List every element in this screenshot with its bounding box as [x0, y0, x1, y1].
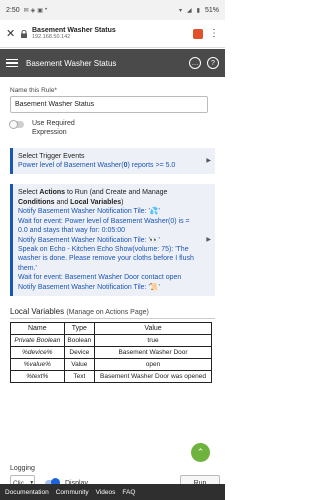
- footer-link-videos[interactable]: Videos: [96, 489, 116, 496]
- variable-name: %device%: [10, 346, 65, 360]
- variable-value: open: [94, 358, 212, 372]
- footer-link-community[interactable]: Community: [56, 489, 89, 496]
- required-expression-toggle[interactable]: [9, 119, 24, 129]
- url-box[interactable]: Basement Washer Status 192.168.50.142: [32, 27, 193, 41]
- page-title: Basement Washer Status: [26, 58, 117, 68]
- help-icon[interactable]: ?: [207, 57, 219, 69]
- main-content: Name this Rule* Use Required Expression …: [9, 87, 215, 384]
- variable-type: Boolean: [63, 334, 96, 348]
- variable-name: %value%: [10, 358, 65, 372]
- chevron-right-icon: ▶: [206, 157, 211, 164]
- app-header: Basement Washer Status … ?: [0, 49, 225, 77]
- footer-nav: Documentation Community Videos FAQ: [0, 484, 225, 500]
- browser-url: 192.168.50.142: [32, 34, 71, 41]
- action-line: Wait for event: Power level of Basement …: [18, 217, 190, 235]
- action-line: Notify Basement Washer Notification Tile…: [18, 236, 160, 244]
- battery-icon: ▮: [196, 7, 200, 14]
- trigger-events-card[interactable]: Select Trigger Events Power level of Bas…: [10, 147, 215, 175]
- status-bar: 2:50 ✉ ◈ ▣ • ▾ ◢ ▮ 51%: [0, 0, 225, 20]
- trigger-events-summary: Power level of Basement Washer(0) report…: [18, 161, 176, 169]
- variable-value: true: [94, 334, 212, 348]
- brave-shield-icon[interactable]: [193, 28, 203, 39]
- required-expression-label: Use Required Expression: [32, 120, 75, 136]
- dot-icon: •: [44, 7, 48, 13]
- rule-name-input[interactable]: [10, 96, 208, 113]
- table-row: %device% Device Basement Washer Door: [10, 346, 212, 360]
- signal-icon: ◢: [187, 7, 192, 14]
- variable-type: Text: [63, 370, 96, 384]
- action-line: Speak on Echo - Kitchen Echo Show(volume…: [18, 246, 194, 272]
- mail-icon: ✉: [23, 7, 29, 14]
- scroll-up-button[interactable]: ⌃: [191, 443, 210, 462]
- logging-label: Logging: [10, 465, 35, 472]
- column-header: Name: [10, 322, 65, 336]
- actions-card[interactable]: Select Actions to Run (and Create and Ma…: [10, 184, 215, 297]
- action-line: Notify Basement Washer Notification Tile…: [18, 283, 160, 291]
- local-variables-heading: Local Variables (Manage on Actions Page): [10, 307, 215, 320]
- more-menu-icon[interactable]: ⋮: [209, 28, 219, 39]
- footer-link-faq[interactable]: FAQ: [122, 489, 135, 496]
- variable-type: Value: [63, 358, 96, 372]
- action-line: Notify Basement Washer Notification Tile…: [18, 208, 160, 216]
- close-icon[interactable]: ✕: [6, 27, 18, 40]
- actions-title: Select Actions to Run (and Create and Ma…: [18, 189, 168, 206]
- variable-name: %text%: [10, 370, 65, 384]
- browser-toolbar: ✕ Basement Washer Status 192.168.50.142 …: [0, 20, 225, 48]
- chat-icon[interactable]: …: [189, 57, 201, 69]
- wifi-icon: ▾: [179, 7, 183, 14]
- hamburger-menu-icon[interactable]: [6, 57, 18, 70]
- hubitat-icon: ◈: [30, 7, 36, 14]
- status-time: 2:50: [6, 6, 20, 14]
- variable-name: Private Boolean: [10, 334, 65, 348]
- table-row: %value% Value open: [10, 358, 212, 372]
- required-expression-row: Use Required Expression: [9, 119, 215, 138]
- battery-percent: 51%: [204, 6, 219, 14]
- variable-value: Basement Washer Door: [94, 346, 212, 360]
- action-line: Wait for event: Basement Washer Door con…: [18, 274, 182, 282]
- variable-type: Device: [63, 346, 96, 360]
- trigger-events-title: Select Trigger Events: [18, 152, 85, 160]
- local-variables-table: Name Type Value Private Boolean Boolean …: [10, 322, 212, 384]
- column-header: Type: [63, 322, 96, 336]
- variable-value: Basement Washer Door was opened: [94, 370, 212, 384]
- rule-name-label: Name this Rule*: [10, 87, 57, 94]
- table-header-row: Name Type Value: [10, 322, 212, 336]
- table-row: Private Boolean Boolean true: [10, 334, 212, 348]
- column-header: Value: [94, 322, 212, 336]
- footer-link-documentation[interactable]: Documentation: [5, 489, 49, 496]
- chevron-up-icon: ⌃: [196, 447, 205, 457]
- table-row: %text% Text Basement Washer Door was ope…: [10, 370, 212, 384]
- chevron-right-icon: ▶: [206, 237, 211, 244]
- browser-page-title: Basement Washer Status: [32, 26, 116, 34]
- photo-icon: ▣: [37, 7, 43, 14]
- lock-icon: [21, 29, 27, 38]
